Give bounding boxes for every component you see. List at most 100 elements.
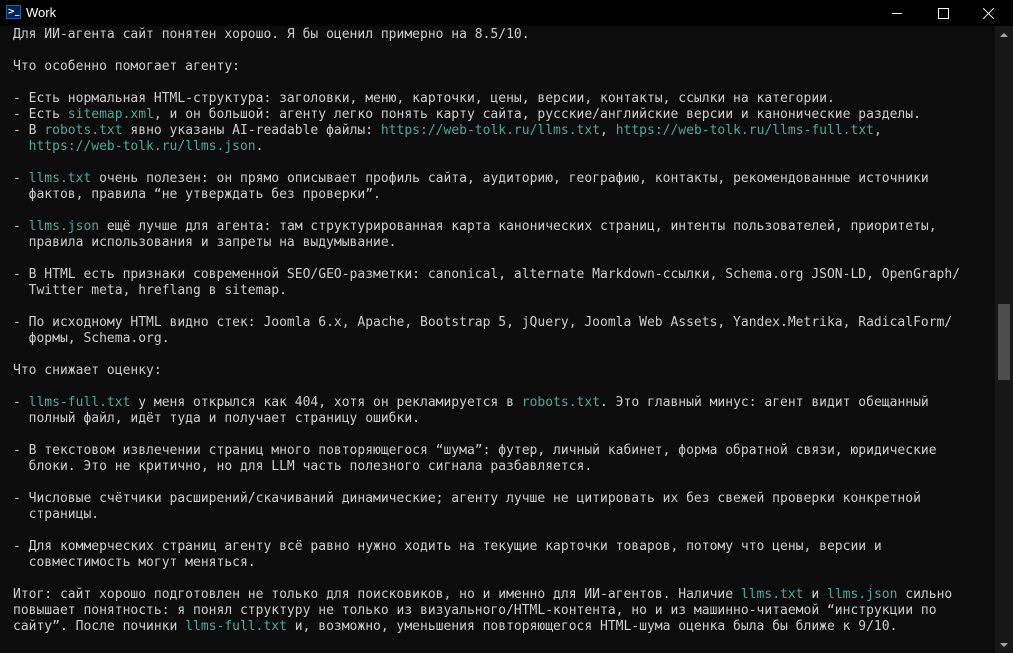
console-text: фактов, правила “не утверждать без прове… xyxy=(13,187,381,202)
console-line: - В robots.txt явно указаны AI-readable … xyxy=(13,123,988,139)
console-text: Для ИИ-агента сайт понятен хорошо. Я бы … xyxy=(13,27,530,42)
arrow-down-icon xyxy=(1000,642,1008,647)
scroll-thumb[interactable] xyxy=(998,304,1010,380)
console-line: Что снижает оценку: xyxy=(13,363,988,379)
console-text: - В xyxy=(13,123,45,138)
console-text: . Это главный минус: агент видит обещанн… xyxy=(600,395,929,410)
console-line: - llms.json ещё лучше для агента: там ст… xyxy=(13,219,988,235)
console-line: - llms-full.txt у меня открылся как 404,… xyxy=(13,395,988,411)
console-line: Итог: сайт хорошо подготовлен не только … xyxy=(13,587,988,603)
highlighted-text: llms.json xyxy=(827,587,898,602)
console-text: сильно xyxy=(897,587,953,602)
console-text: - В текстовом извлечении страниц много п… xyxy=(13,443,937,458)
scroll-down-button[interactable] xyxy=(995,636,1013,653)
console-text: - В HTML есть признаки современной SEO/G… xyxy=(13,267,961,282)
console-line: Для ИИ-агента сайт понятен хорошо. Я бы … xyxy=(13,27,988,43)
highlighted-text: https://web-tolk.ru/llms.txt xyxy=(380,123,601,138)
console-text: - Для коммерческих страниц агенту всё ра… xyxy=(13,539,882,554)
console-text: , xyxy=(873,123,882,138)
console-line: - Для коммерческих страниц агенту всё ра… xyxy=(13,539,988,555)
highlighted-text: llms-full.txt xyxy=(28,395,131,410)
minimize-button[interactable] xyxy=(874,0,920,26)
title-bar[interactable]: >_ Work xyxy=(0,0,1013,26)
maximize-icon xyxy=(937,7,949,19)
console-line: - Числовые счётчики расширений/скачивани… xyxy=(13,491,988,507)
console-line: - По исходному HTML видно стек: Joomla 6… xyxy=(13,315,988,331)
console-text: - По исходному HTML видно стек: Joomla 6… xyxy=(13,315,953,330)
highlighted-text: llms.txt xyxy=(28,171,92,186)
terminal-window: >_ Work Для ИИ-агента сайт понятен хорош… xyxy=(0,0,1013,653)
highlighted-text: sitemap.xml xyxy=(67,107,154,122)
powershell-icon[interactable]: >_ xyxy=(6,5,21,19)
highlighted-text: https://web-tolk.ru/llms.json xyxy=(28,139,256,154)
console-text: совместимость могут меняться. xyxy=(13,555,256,570)
console-line: правила использования и запреты на выдум… xyxy=(13,235,988,251)
console-text: , xyxy=(600,123,616,138)
console-text: - xyxy=(13,395,29,410)
console-text: - xyxy=(13,171,29,186)
console-line: совместимость могут меняться. xyxy=(13,555,988,571)
console-line: https://web-tolk.ru/llms.json. xyxy=(13,139,988,155)
vertical-scrollbar[interactable] xyxy=(995,26,1013,653)
console-text: Twitter meta, hreflang в sitemap. xyxy=(13,283,287,298)
console-text: страницы. xyxy=(13,507,100,522)
console-text: формы, Schema.org. xyxy=(13,331,170,346)
arrow-up-icon xyxy=(1000,32,1008,37)
highlighted-text: llms.json xyxy=(28,219,100,234)
highlighted-text: robots.txt xyxy=(44,123,123,138)
console-line: - Есть нормальная HTML-структура: заголо… xyxy=(13,91,988,107)
highlighted-text: https://web-tolk.ru/llms-full.txt xyxy=(615,123,874,138)
console-text: Итог: сайт хорошо подготовлен не только … xyxy=(13,587,741,602)
window-title: Work xyxy=(26,5,57,20)
console-text: , и он большой: агенту легко понять карт… xyxy=(153,107,921,122)
minimize-icon xyxy=(892,12,902,14)
console-text: блоки. Это не критично, но для LLM часть… xyxy=(13,459,593,474)
highlighted-text: llms-full.txt xyxy=(185,619,287,634)
console-text: Что особенно помогает агенту: xyxy=(13,59,240,74)
console-line: Что особенно помогает агенту: xyxy=(13,59,988,75)
console-text: повышает понятность: я понял структуру н… xyxy=(13,603,937,618)
close-icon xyxy=(983,7,995,19)
highlighted-text: llms.txt xyxy=(740,587,804,602)
console-text: и, возможно, уменьшения повторяющегося H… xyxy=(286,619,898,634)
console-line: повышает понятность: я понял структуру н… xyxy=(13,603,988,619)
console-text: и xyxy=(803,587,827,602)
console-text: - xyxy=(13,219,29,234)
console-line: - llms.txt очень полезен: он прямо описы… xyxy=(13,171,988,187)
console-line: формы, Schema.org. xyxy=(13,331,988,347)
console-text: у меня открылся как 404, хотя он реклами… xyxy=(130,395,522,410)
console-text: - Есть нормальная HTML-структура: заголо… xyxy=(13,91,835,106)
close-button[interactable] xyxy=(966,0,1012,26)
console-text: явно указаны AI-readable файлы: xyxy=(122,123,381,138)
console-text: правила использования и запреты на выдум… xyxy=(13,235,397,250)
console-line: - В текстовом извлечении страниц много п… xyxy=(13,443,988,459)
maximize-button[interactable] xyxy=(920,0,966,26)
console-output[interactable]: Для ИИ-агента сайт понятен хорошо. Я бы … xyxy=(13,27,988,653)
scroll-up-button[interactable] xyxy=(995,26,1013,43)
console-text: полный файл, идёт туда и получает страни… xyxy=(13,411,420,426)
console-text: очень полезен: он прямо описывает профил… xyxy=(91,171,929,186)
console-line: блоки. Это не критично, но для LLM часть… xyxy=(13,459,988,475)
console-text: Что снижает оценку: xyxy=(13,363,162,378)
console-text: ещё лучше для агента: там структурирован… xyxy=(99,219,937,234)
highlighted-text: robots.txt xyxy=(521,395,601,410)
console-line: сайту”. После починки llms-full.txt и, в… xyxy=(13,619,988,635)
console-line: - В HTML есть признаки современной SEO/G… xyxy=(13,267,988,283)
console-line: страницы. xyxy=(13,507,988,523)
console-line: фактов, правила “не утверждать без прове… xyxy=(13,187,988,203)
console-text: - Есть xyxy=(13,107,68,122)
console-text: . xyxy=(255,139,264,154)
